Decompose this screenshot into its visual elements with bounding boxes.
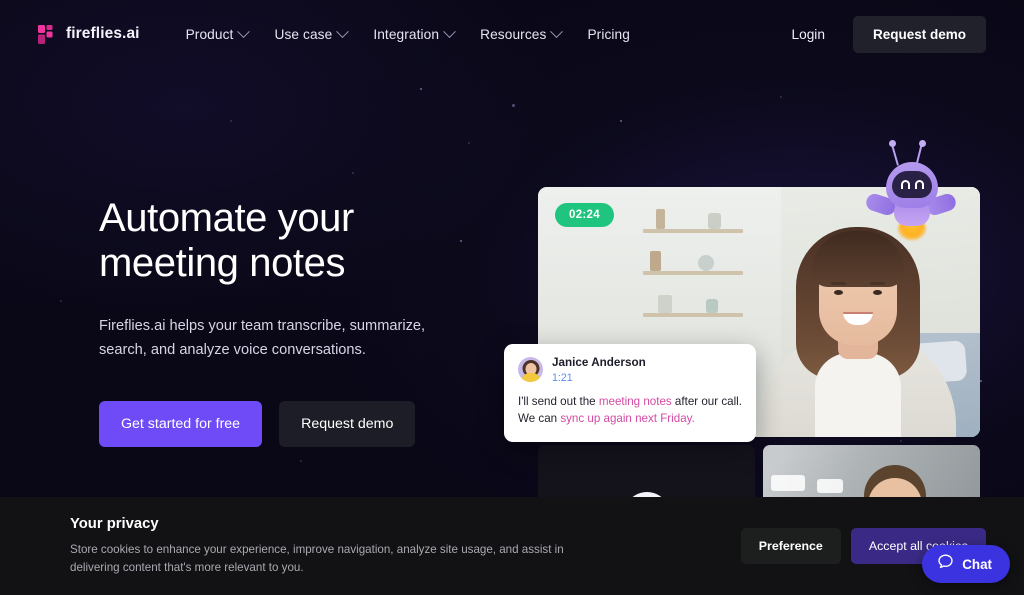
brand-name-label: fireflies.ai xyxy=(66,25,140,42)
brand-logo[interactable]: fireflies.ai xyxy=(38,24,140,44)
cookie-consent-banner: Your privacy Store cookies to enhance yo… xyxy=(0,497,1024,595)
chevron-down-icon xyxy=(443,24,456,38)
top-navigation-bar: fireflies.ai Product Use case Integratio… xyxy=(0,0,1024,68)
cookie-description: Store cookies to enhance your experience… xyxy=(70,542,564,574)
chevron-down-icon xyxy=(550,24,564,38)
hero-title: Automate your meeting notes xyxy=(99,196,354,286)
cookie-title: Your privacy xyxy=(70,515,159,532)
nav-item-use-case[interactable]: Use case xyxy=(274,24,350,42)
chat-bubble-icon xyxy=(937,553,954,575)
fireflies-logo-icon xyxy=(38,24,57,44)
nav-item-product-label: Product xyxy=(185,26,234,42)
nav-item-product[interactable]: Product xyxy=(185,24,251,42)
transcript-line2-pre: We can xyxy=(518,412,561,426)
chevron-down-icon xyxy=(336,24,350,38)
get-started-button[interactable]: Get started for free xyxy=(99,400,263,447)
chat-label: Chat xyxy=(962,556,992,572)
transcript-highlight-sync-up[interactable]: sync up again next Friday. xyxy=(560,412,694,425)
transcript-body: I'll send out the meeting notes after ou… xyxy=(518,393,742,428)
nav-item-use-case-label: Use case xyxy=(274,26,333,42)
nav-item-pricing-label: Pricing xyxy=(587,26,630,42)
nav-item-pricing[interactable]: Pricing xyxy=(587,27,630,42)
cookie-preference-button[interactable]: Preference xyxy=(740,528,841,564)
transcript-card: Janice Anderson 1:21 I'll send out the m… xyxy=(504,344,756,442)
nav-links: Product Use case Integration Resources P… xyxy=(185,24,630,42)
meeting-timer-badge: 02:24 xyxy=(555,203,614,227)
hero-cta-group: Get started for free Request demo xyxy=(99,400,459,447)
hero-content: Automate your meeting notes Fireflies.ai… xyxy=(99,196,459,447)
nav-item-integration-label: Integration xyxy=(373,26,440,42)
nav-item-resources-label: Resources xyxy=(480,26,547,42)
request-demo-hero-button[interactable]: Request demo xyxy=(279,400,416,447)
request-demo-nav-button[interactable]: Request demo xyxy=(852,15,986,53)
cookie-text-block: Your privacy Store cookies to enhance yo… xyxy=(70,516,690,577)
chevron-down-icon xyxy=(237,24,251,38)
transcript-line1-post: after our call. xyxy=(671,394,742,408)
login-link[interactable]: Login xyxy=(781,21,835,48)
speaker-avatar xyxy=(518,357,543,383)
transcript-header: Janice Anderson 1:21 xyxy=(518,356,742,384)
hero-subtitle: Fireflies.ai helps your team transcribe,… xyxy=(99,318,426,359)
nav-item-integration[interactable]: Integration xyxy=(373,24,456,42)
nav-right-actions: Login Request demo xyxy=(781,15,986,53)
transcript-highlight-meeting-notes[interactable]: meeting notes xyxy=(599,395,672,408)
page-root: fireflies.ai Product Use case Integratio… xyxy=(0,0,1024,595)
speaker-name: Janice Anderson xyxy=(552,356,646,369)
speaker-timestamp: 1:21 xyxy=(552,371,573,384)
nav-item-resources[interactable]: Resources xyxy=(480,24,564,42)
transcript-line1-pre: I'll send out the xyxy=(518,394,599,408)
chat-widget-button[interactable]: Chat xyxy=(922,545,1010,583)
fireflies-robot-mascot-icon xyxy=(864,140,958,240)
